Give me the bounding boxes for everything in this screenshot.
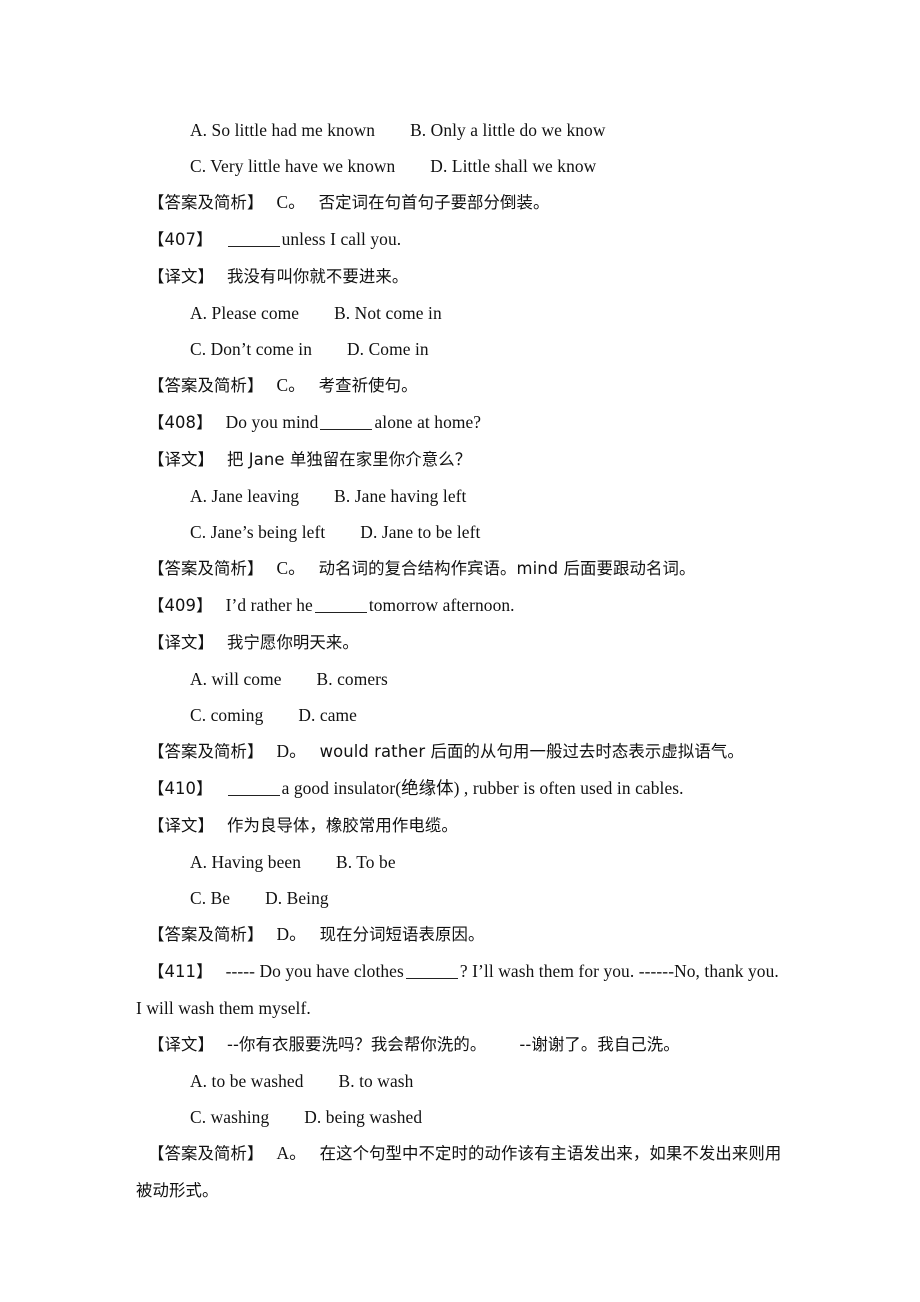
translation-label: 【译文】 — [148, 267, 214, 286]
stem-after-blank: unless I call you. — [281, 229, 402, 249]
answer-line: 【答案及简析】 A。 在这个句型中不定时的动作该有主语发出来，如果不发出来则用被动形… — [136, 1135, 788, 1209]
answer-line: 【答案及简析】 C。 考查祈使句。 — [136, 367, 786, 404]
translation-label: 【译文】 — [148, 816, 214, 835]
options-line-cd: C. Be D. Being — [190, 888, 329, 908]
translation-text: 把 Jane 单独留在家里你介意么？ — [226, 450, 472, 469]
answer-label: 【答案及简析】 — [148, 559, 264, 578]
answer-label: 【答案及简析】 — [148, 925, 264, 944]
options-line-ab: A. will come B. comers — [190, 669, 388, 689]
options-line-ab: A. Having been B. To be — [190, 852, 396, 872]
answer-line: 【答案及简析】 D。 would rather 后面的从句用一般过去时态表示虚拟语气… — [136, 733, 786, 770]
answer-label: 【答案及简析】 — [148, 1144, 264, 1163]
translation-text: 我宁愿你明天来。 — [226, 633, 359, 652]
stem-after-blank: alone at home? — [374, 412, 482, 432]
fill-in-blank — [405, 978, 458, 979]
options-line-ab: A. Please come B. Not come in — [190, 303, 442, 323]
translation-text: 我没有叫你就不要进来。 — [226, 267, 409, 286]
answer-key: D。 — [276, 741, 307, 761]
answer-label: 【答案及简析】 — [148, 193, 264, 212]
translation-line: 【译文】 作为良导体，橡胶常用作电缆。 — [136, 807, 786, 844]
question-number: 【407】 — [148, 230, 213, 249]
options-line-cd: C. Don’t come in D. Come in — [190, 339, 429, 359]
options-line-cd: C. coming D. came — [190, 705, 357, 725]
options-line-cd: C. washing D. being washed — [190, 1107, 423, 1127]
translation-line: 【译文】把 Jane 单独留在家里你介意么？ — [136, 441, 786, 478]
stem-after-blank: a good insulator(绝缘体) , rubber is often … — [281, 778, 684, 798]
answer-key: C。 — [276, 375, 306, 395]
answer-key: A。 — [276, 1143, 307, 1163]
translation-label: 【译文】 — [148, 450, 214, 469]
fill-in-blank — [227, 795, 280, 796]
fill-in-blank — [320, 429, 373, 430]
answer-analysis: 否定词在句首句子要部分倒装。 — [318, 193, 550, 212]
answer-label: 【答案及简析】 — [148, 742, 264, 761]
question-stem: 【407】 unless I call you. — [136, 221, 786, 258]
options-line-cd: C. Very little have we known D. Little s… — [190, 156, 597, 176]
question-number: 【410】 — [148, 779, 213, 798]
options-line-cd: C. Jane’s being left D. Jane to be left — [190, 522, 481, 542]
translation-label: 【译文】 — [148, 633, 214, 652]
answer-analysis: would rather 后面的从句用一般过去时态表示虚拟语气。 — [319, 742, 744, 761]
answer-analysis: 动名词的复合结构作宾语。mind 后面要跟动名词。 — [318, 559, 696, 578]
options-line-ab: A. to be washed B. to wash — [190, 1071, 414, 1091]
answer-key: C。 — [276, 192, 306, 212]
fill-in-blank — [227, 246, 280, 247]
document-page: A. So little had me known B. Only a litt… — [0, 0, 920, 1302]
stem-after-blank: tomorrow afternoon. — [368, 595, 515, 615]
answer-analysis: 考查祈使句。 — [318, 376, 418, 395]
document-body: A. So little had me known B. Only a litt… — [136, 112, 786, 1209]
options-line-ab: A. Jane leaving B. Jane having left — [190, 486, 467, 506]
answer-line: 【答案及简析】 C。 否定词在句首句子要部分倒装。 — [136, 184, 786, 221]
translation-text: 作为良导体，橡胶常用作电缆。 — [226, 816, 458, 835]
stem-before-blank: I’d rather he — [225, 595, 313, 615]
translation-line: 【译文】 --你有衣服要洗吗？我会帮你洗的。 --谢谢了。我自己洗。 — [136, 1026, 786, 1063]
answer-key: C。 — [276, 558, 306, 578]
options-line-ab: A. So little had me known B. Only a litt… — [190, 120, 606, 140]
question-number: 【411】 — [148, 962, 213, 981]
answer-line: 【答案及简析】 D。 现在分词短语表原因。 — [136, 916, 786, 953]
answer-line: 【答案及简析】 C。 动名词的复合结构作宾语。mind 后面要跟动名词。 — [136, 550, 786, 587]
translation-text: --你有衣服要洗吗？我会帮你洗的。 --谢谢了。我自己洗。 — [226, 1035, 680, 1054]
translation-line: 【译文】 我宁愿你明天来。 — [136, 624, 786, 661]
stem-before-blank: Do you mind — [225, 412, 319, 432]
question-stem: 【409】 I’d rather he tomorrow afternoon. — [136, 587, 786, 624]
question-stem: 【408】 Do you mind alone at home? — [136, 404, 786, 441]
fill-in-blank — [314, 612, 367, 613]
question-stem: 【411】 ----- Do you have clothes? I’ll was… — [136, 953, 788, 1026]
question-number: 【408】 — [148, 413, 213, 432]
translation-label: 【译文】 — [148, 1035, 214, 1054]
stem-before-blank: ----- Do you have clothes — [225, 961, 404, 981]
answer-analysis: 现在分词短语表原因。 — [319, 925, 485, 944]
question-stem: 【410】 a good insulator(绝缘体) , rubber is o… — [136, 770, 786, 807]
answer-label: 【答案及简析】 — [148, 376, 264, 395]
translation-line: 【译文】 我没有叫你就不要进来。 — [136, 258, 786, 295]
answer-key: D。 — [276, 924, 307, 944]
question-number: 【409】 — [148, 596, 213, 615]
